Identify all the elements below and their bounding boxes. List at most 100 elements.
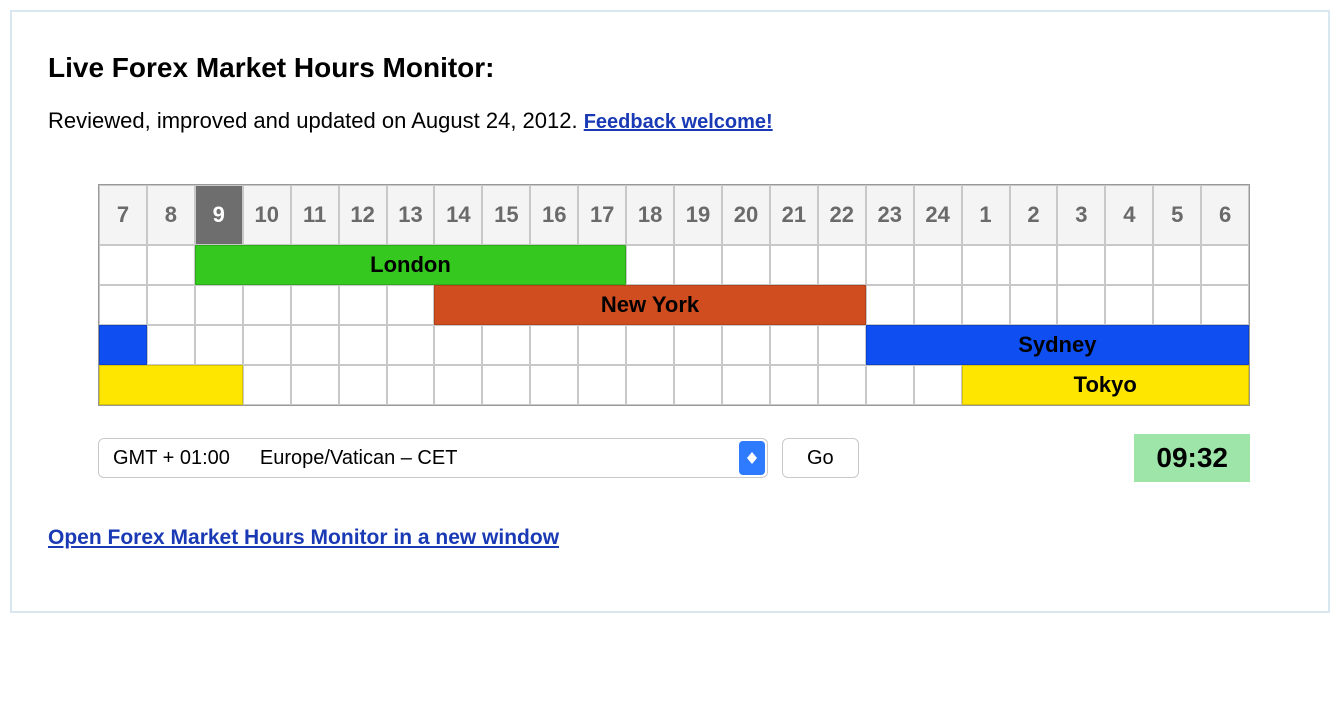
grid-cell (99, 245, 147, 285)
grid-cell (291, 325, 339, 365)
grid-cell (1105, 245, 1153, 285)
grid-cell (195, 325, 243, 365)
grid-cell (339, 285, 387, 325)
grid-cell (387, 365, 435, 405)
grid-cell (1153, 245, 1201, 285)
hour-cell: 21 (770, 185, 818, 245)
hour-cell: 8 (147, 185, 195, 245)
grid-cell (1057, 245, 1105, 285)
market-row: London (99, 245, 1249, 285)
market-row: Sydney (99, 325, 1249, 365)
hours-chart: 789101112131415161718192021222324123456L… (98, 184, 1250, 482)
grid-cell (818, 325, 866, 365)
grid-cell (243, 325, 291, 365)
hour-cell: 3 (1057, 185, 1105, 245)
market-bar (99, 325, 147, 365)
grid-cell (387, 285, 435, 325)
grid-cell (914, 245, 962, 285)
grid-cell (914, 285, 962, 325)
hour-cell: 4 (1105, 185, 1153, 245)
grid-cell (99, 285, 147, 325)
market-bar: London (195, 245, 626, 285)
hour-cell: 13 (387, 185, 435, 245)
hours-header-row: 789101112131415161718192021222324123456 (99, 185, 1249, 245)
timezone-value: GMT + 01:00 Europe/Vatican – CET (113, 447, 457, 470)
grid-cell (674, 245, 722, 285)
grid-cell (722, 325, 770, 365)
page-title: Live Forex Market Hours Monitor: (48, 52, 1292, 84)
grid-cell (1153, 285, 1201, 325)
hour-cell: 18 (626, 185, 674, 245)
market-row: Tokyo (99, 365, 1249, 405)
go-button[interactable]: Go (782, 438, 859, 478)
grid-cell (1105, 285, 1153, 325)
grid-cell (722, 365, 770, 405)
grid-cell (962, 285, 1010, 325)
grid-cell (770, 325, 818, 365)
market-bar (99, 365, 243, 405)
feedback-link[interactable]: Feedback welcome! (584, 111, 773, 133)
grid-cell (387, 325, 435, 365)
hour-cell: 10 (243, 185, 291, 245)
market-bar: Tokyo (962, 365, 1250, 405)
grid-cell (962, 245, 1010, 285)
hour-cell: 19 (674, 185, 722, 245)
footer-link-wrap: Open Forex Market Hours Monitor in a new… (48, 526, 1292, 550)
grid-cell (1201, 285, 1249, 325)
grid-cell (674, 325, 722, 365)
controls-row: GMT + 01:00 Europe/Vatican – CET Go 09:3… (98, 434, 1250, 482)
hour-cell: 2 (1010, 185, 1058, 245)
timezone-select[interactable]: GMT + 01:00 Europe/Vatican – CET (98, 438, 768, 478)
hour-cell: 20 (722, 185, 770, 245)
hour-cell: 1 (962, 185, 1010, 245)
hour-cell: 15 (482, 185, 530, 245)
grid-cell (339, 325, 387, 365)
hour-cell: 22 (818, 185, 866, 245)
grid-cell (243, 365, 291, 405)
grid-cell (626, 245, 674, 285)
grid-cell (434, 325, 482, 365)
hour-cell: 12 (339, 185, 387, 245)
grid-cell (1010, 285, 1058, 325)
grid-cell (866, 365, 914, 405)
grid-cell (243, 285, 291, 325)
hour-cell: 17 (578, 185, 626, 245)
hour-cell: 24 (914, 185, 962, 245)
open-new-window-link[interactable]: Open Forex Market Hours Monitor in a new… (48, 526, 559, 549)
subtitle: Reviewed, improved and updated on August… (48, 108, 1292, 134)
select-arrows-icon (739, 441, 765, 475)
grid-cell (578, 325, 626, 365)
hour-cell: 23 (866, 185, 914, 245)
grid-cell (147, 245, 195, 285)
grid-cell (530, 325, 578, 365)
grid-cell (770, 245, 818, 285)
grid-cell (195, 285, 243, 325)
grid-cell (147, 325, 195, 365)
subtitle-text: Reviewed, improved and updated on August… (48, 108, 584, 133)
grid-cell (674, 365, 722, 405)
grid-cell (1057, 285, 1105, 325)
panel: Live Forex Market Hours Monitor: Reviewe… (10, 10, 1330, 613)
grid-cell (1010, 245, 1058, 285)
grid-cell (578, 365, 626, 405)
grid-cell (722, 245, 770, 285)
grid-cell (482, 365, 530, 405)
hour-cell: 9 (195, 185, 243, 245)
hour-cell: 14 (434, 185, 482, 245)
hour-cell: 5 (1153, 185, 1201, 245)
grid-cell (866, 245, 914, 285)
hour-cell: 7 (99, 185, 147, 245)
grid-cell (434, 365, 482, 405)
current-time: 09:32 (1134, 434, 1250, 482)
grid-cell (530, 365, 578, 405)
grid-cell (818, 245, 866, 285)
grid-cell (339, 365, 387, 405)
market-bar: New York (434, 285, 865, 325)
grid-cell (626, 325, 674, 365)
grid-cell (147, 285, 195, 325)
hour-cell: 16 (530, 185, 578, 245)
grid-cell (914, 365, 962, 405)
hour-cell: 11 (291, 185, 339, 245)
grid-cell (866, 285, 914, 325)
go-button-label: Go (807, 447, 834, 470)
